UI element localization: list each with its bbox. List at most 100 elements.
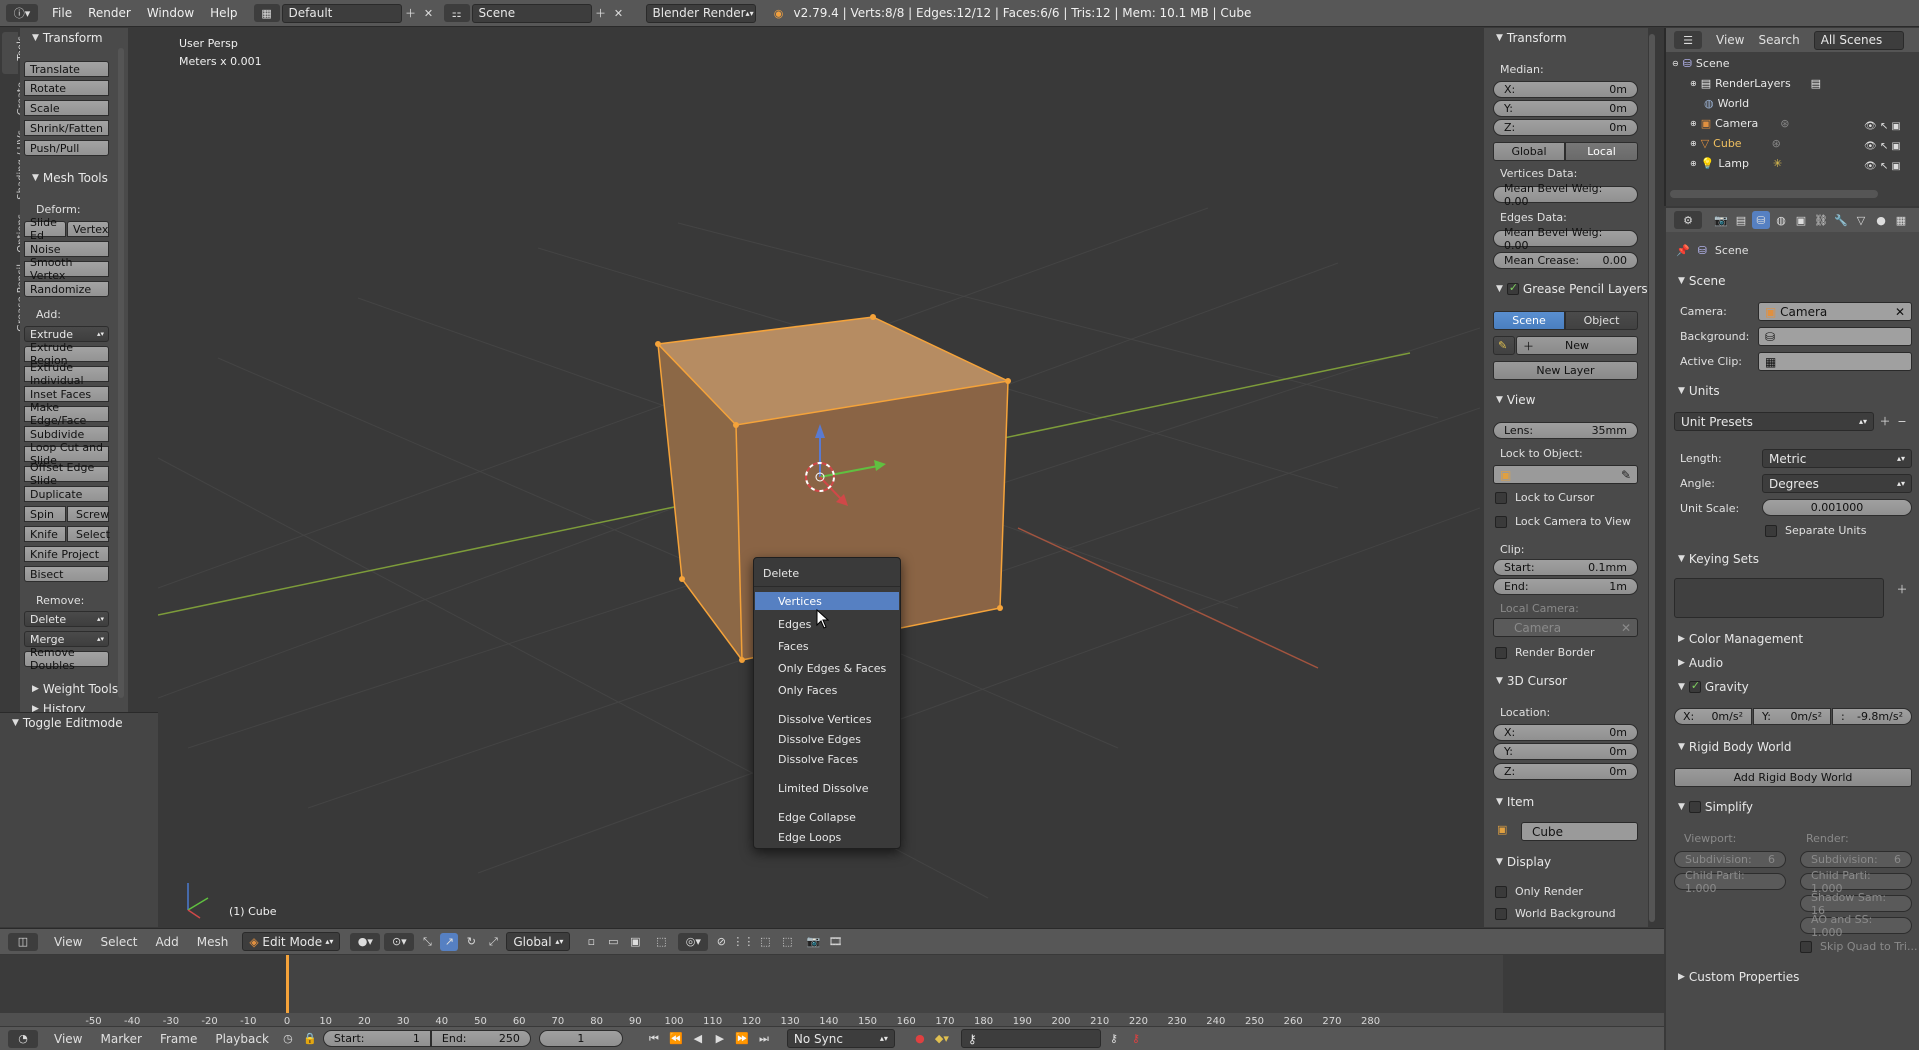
outliner-row-world[interactable]: ◍ World	[1704, 97, 1749, 110]
add-rigid-body-world-button[interactable]: Add Rigid Body World	[1674, 768, 1912, 787]
edge-crease-field[interactable]: Mean Crease: 0.00	[1493, 252, 1638, 269]
marker-menu[interactable]: Marker	[100, 1032, 141, 1046]
keying-sets-list[interactable]	[1674, 578, 1884, 618]
delete-edges-item[interactable]: Edges	[778, 618, 811, 631]
render-animation-icon[interactable]: 🎞	[826, 933, 844, 951]
subdivision-viewport-field[interactable]: Subdivision: 6	[1674, 851, 1786, 868]
delete-vertices-item[interactable]: Vertices	[755, 592, 899, 610]
unit-scale-field[interactable]: 0.001000	[1762, 499, 1912, 516]
background-field[interactable]: ⛁	[1758, 327, 1912, 346]
constraints-tab-icon[interactable]: ⛓	[1812, 211, 1830, 229]
toggle-editmode-header[interactable]: ▼ Toggle Editmode	[12, 716, 123, 730]
gravity-checkbox[interactable]	[1688, 679, 1701, 693]
noise-button[interactable]: Noise	[24, 241, 109, 257]
push-pull-button[interactable]: Push/Pull	[24, 140, 109, 156]
shrink-fatten-button[interactable]: Shrink/Fatten	[24, 120, 109, 136]
remove-preset-icon[interactable]: −	[1893, 412, 1911, 430]
lock-range-icon[interactable]: 🔒	[301, 1030, 319, 1048]
delete-menu-button[interactable]: Delete ▴▾	[24, 611, 109, 627]
delete-keyframe-icon[interactable]: ⚷	[1127, 1030, 1145, 1048]
manipulator-toggle-icon[interactable]: ⤡	[418, 933, 436, 951]
end-frame-field[interactable]: End: 250	[430, 1030, 531, 1047]
tab-tools[interactable]: Tools	[2, 32, 27, 74]
menu-window[interactable]: Window	[147, 6, 194, 20]
gravity-z-field[interactable]: : -9.8m/s²	[1832, 708, 1912, 725]
child-particles-render-field[interactable]: Child Parti: 1.000	[1800, 869, 1912, 895]
vertex-bevel-weight-field[interactable]: Mean Bevel Weig: 0.00	[1493, 182, 1638, 208]
median-z-field[interactable]: Z: 0m	[1493, 119, 1638, 136]
play-icon[interactable]: ▶	[711, 1030, 729, 1048]
jump-keyframe-back-icon[interactable]: ⏪	[667, 1030, 685, 1048]
close-scene-icon[interactable]: ✕	[610, 4, 628, 22]
frame-menu[interactable]: Frame	[160, 1032, 197, 1046]
orientation-select[interactable]: Global ▴▾	[506, 932, 571, 951]
item-name-field[interactable]: Cube	[1521, 822, 1638, 841]
custom-properties-header[interactable]: ▶ Custom Properties	[1678, 970, 1799, 984]
menu-render[interactable]: Render	[88, 6, 131, 20]
scene-tab-icon[interactable]: ⛁	[1752, 211, 1770, 229]
make-edge-face-button[interactable]: Make Edge/Face	[24, 401, 109, 427]
limited-dissolve-item[interactable]: Limited Dissolve	[778, 782, 869, 795]
gp-object-tab[interactable]: Object	[1565, 311, 1638, 330]
playback-menu[interactable]: Playback	[215, 1032, 269, 1046]
scene-field[interactable]: Scene	[471, 3, 592, 23]
mode-select[interactable]: ◈ Edit Mode ▴▾	[242, 932, 341, 951]
vertex-select-icon[interactable]: ▫	[582, 933, 600, 951]
clear-icon[interactable]: ✕	[1895, 305, 1905, 319]
color-management-header[interactable]: ▶ Color Management	[1678, 632, 1803, 646]
select-menu[interactable]: Select	[100, 935, 137, 949]
merge-menu-button[interactable]: Merge ▴▾	[24, 631, 109, 647]
record-icon[interactable]: ●	[911, 1030, 929, 1048]
knife-button[interactable]: Knife	[24, 526, 66, 542]
add-scene-icon[interactable]: ＋	[592, 4, 610, 22]
world-background-checkbox[interactable]: World Background	[1495, 907, 1616, 920]
npanel-view-header[interactable]: ▼ View	[1496, 393, 1535, 407]
gp-pencil-icon[interactable]: ✎	[1493, 336, 1515, 355]
scene-icon[interactable]: ⚏	[443, 4, 470, 22]
material-tab-icon[interactable]: ●	[1872, 211, 1890, 229]
edge-bevel-weight-field[interactable]: Mean Bevel Weig: 0.00	[1493, 226, 1638, 252]
offset-edge-slide-button[interactable]: Offset Edge Slide	[24, 461, 109, 487]
snap-target-icon[interactable]: ⬚	[756, 933, 774, 951]
jump-end-icon[interactable]: ⏭	[755, 1030, 773, 1048]
gravity-x-field[interactable]: X: 0m/s²	[1674, 708, 1752, 725]
snap-element-icon[interactable]: ⋮⋮	[732, 933, 754, 951]
lens-field[interactable]: Lens: 35mm	[1493, 422, 1638, 439]
keying-set-icon[interactable]: ◆▾	[933, 1030, 951, 1048]
remove-doubles-button[interactable]: Remove Doubles	[24, 646, 109, 672]
simplify-header[interactable]: ▼ Simplify	[1678, 800, 1753, 814]
outliner-row-camera[interactable]: ⊕ ▣ Camera ⊛	[1690, 117, 1790, 130]
tab-options[interactable]: Options	[2, 210, 27, 256]
extrude-individual-button[interactable]: Extrude Individual	[24, 361, 109, 387]
view3d-editor-icon[interactable]: ◫	[8, 932, 38, 951]
outliner-view-menu[interactable]: View	[1716, 33, 1744, 47]
proportional-edit-icon[interactable]: ◎▾	[678, 932, 709, 951]
gp-layers-checkbox[interactable]	[1506, 281, 1519, 295]
outliner-row-scene[interactable]: ⊖ ⛁ Scene	[1672, 57, 1729, 70]
dissolve-edges-item[interactable]: Dissolve Edges	[778, 733, 861, 746]
edge-select-icon[interactable]: ▭	[604, 933, 622, 951]
outliner-filter-select[interactable]: All Scenes	[1813, 30, 1904, 50]
cursor-x-field[interactable]: X: 0m	[1493, 724, 1638, 741]
edge-collapse-item[interactable]: Edge Collapse	[778, 811, 856, 824]
screen-layout-field[interactable]: Default	[281, 3, 402, 23]
object-tab-icon[interactable]: ▣	[1792, 211, 1810, 229]
scale-manipulator-icon[interactable]: ⤢	[484, 933, 502, 951]
simplify-checkbox[interactable]	[1688, 801, 1701, 813]
pin-icon[interactable]: 📌	[1676, 244, 1690, 257]
active-clip-field[interactable]: ▦	[1758, 352, 1912, 371]
display-header[interactable]: ▼ Display	[1496, 855, 1551, 869]
skip-quad-checkbox[interactable]: Skip Quad to Tri...	[1800, 940, 1917, 953]
local-toggle[interactable]: Local	[1565, 142, 1638, 161]
viewport-shading-icon[interactable]: ●▾	[350, 932, 381, 951]
median-x-field[interactable]: X: 0m	[1493, 81, 1638, 98]
play-reverse-icon[interactable]: ◀	[689, 1030, 707, 1048]
lock-camera-checkbox[interactable]: Lock Camera to View	[1495, 515, 1631, 528]
transform-panel-header[interactable]: ▼ Transform	[32, 31, 103, 45]
delete-faces-item[interactable]: Faces	[778, 640, 809, 653]
add-menu[interactable]: Add	[156, 935, 179, 949]
active-keying-set-field[interactable]: ⚷	[960, 1029, 1101, 1048]
knife-select-button[interactable]: Select	[67, 526, 110, 542]
tab-grease-pencil[interactable]: Grease Pencil	[2, 260, 27, 338]
gravity-header[interactable]: ▼Gravity	[1678, 679, 1749, 694]
